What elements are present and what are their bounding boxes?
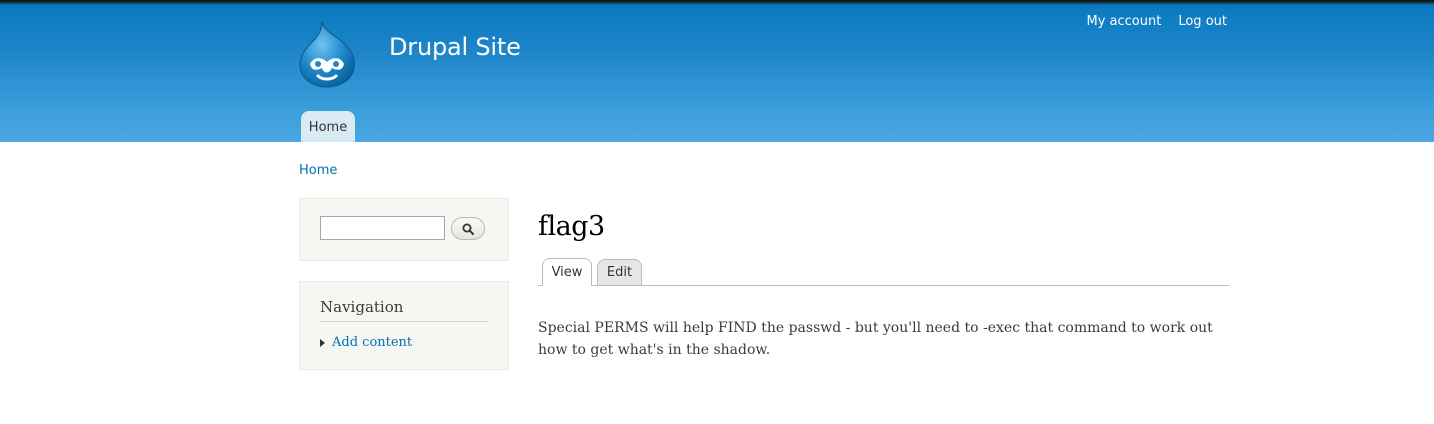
navigation-divider (320, 321, 488, 322)
navigation-item: Add content (320, 335, 412, 350)
site-header: Drupal Site My account Log out Home (0, 0, 1434, 142)
search-block (299, 198, 509, 261)
tab-edit[interactable]: Edit (597, 259, 642, 285)
search-button[interactable] (451, 217, 485, 240)
add-content-link[interactable]: Add content (332, 335, 412, 350)
site-name[interactable]: Drupal Site (389, 33, 521, 61)
node-body-text: Special PERMS will help FIND the passwd … (538, 320, 1213, 358)
triangle-bullet-icon (320, 338, 325, 347)
tabs-divider (538, 285, 1229, 286)
tab-view[interactable]: View (542, 258, 592, 286)
page-title: flag3 (538, 211, 605, 242)
breadcrumb-home-link[interactable]: Home (299, 163, 337, 178)
log-out-link[interactable]: Log out (1178, 14, 1227, 29)
navigation-block: Navigation Add content (299, 281, 509, 370)
secondary-menu: My account Log out (1087, 14, 1228, 29)
my-account-link[interactable]: My account (1087, 14, 1162, 29)
navigation-block-title: Navigation (320, 298, 404, 316)
drupal-logo-icon[interactable] (296, 20, 358, 88)
main-menu-home-tab[interactable]: Home (301, 111, 355, 142)
header-topbar (0, 0, 1434, 5)
search-icon (462, 223, 474, 235)
search-input[interactable] (320, 216, 445, 240)
